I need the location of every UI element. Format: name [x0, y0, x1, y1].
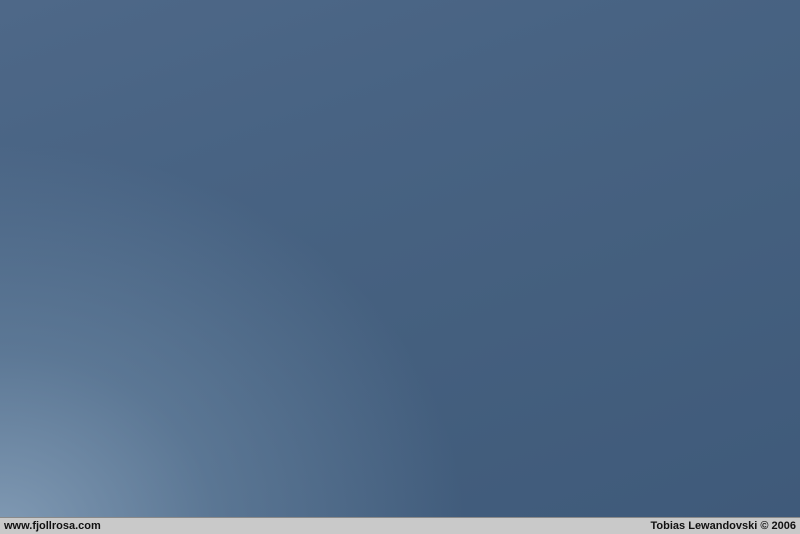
website-caption: www.fjollrosa.com — [4, 519, 101, 532]
sky-photo — [0, 0, 800, 517]
photographer-credit: Tobias Lewandovski © 2006 — [650, 519, 796, 532]
caption-bar: www.fjollrosa.com Tobias Lewandovski © 2… — [0, 517, 800, 534]
